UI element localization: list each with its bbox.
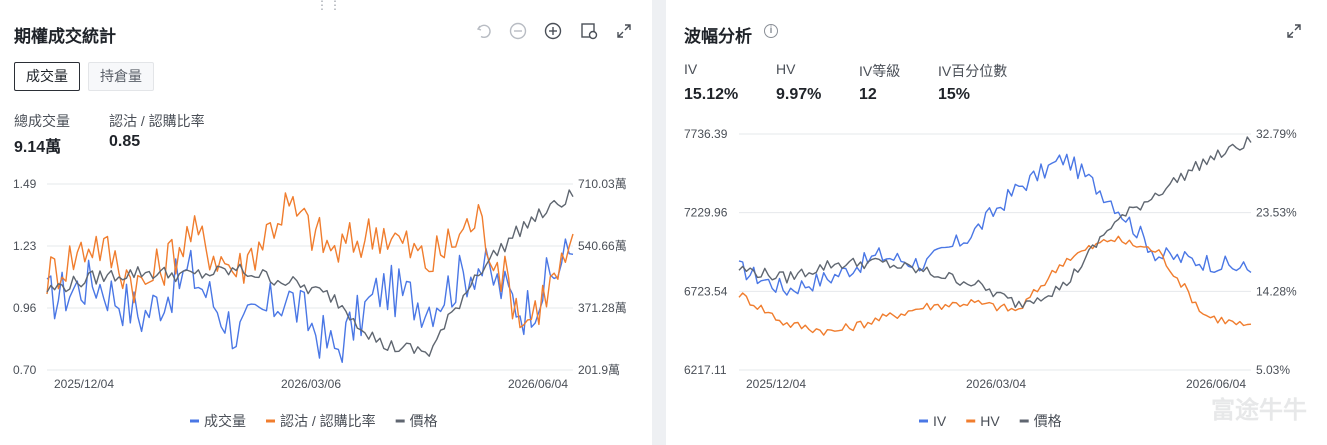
- series-line-1[interactable]: [46, 192, 574, 329]
- x-tick-label: 2026/06/04: [1186, 377, 1246, 391]
- legend-label[interactable]: IV: [933, 413, 947, 429]
- grid-lines: [47, 183, 573, 371]
- option-volume-panel: ⋮⋮ 期權成交統計 成交量 持倉量 總成交量 9.14萬 認沽 / 認購比率 0…: [0, 0, 652, 445]
- y-right-tick-label: 710.03萬: [578, 177, 627, 191]
- y-left-tick-label: 1.49: [13, 177, 37, 191]
- volume-chart[interactable]: 1.49 710.03萬 1.23 540.66萬 0.96 371.28萬 0.70 201…: [0, 0, 652, 445]
- y-right-tick-label: 201.9萬: [578, 363, 620, 377]
- series-line-0[interactable]: [46, 238, 574, 363]
- y-left-tick-label: 6217.11: [684, 363, 727, 377]
- volatility-chart[interactable]: 7736.39 32.79% 7229.96 23.53% 6723.54 14.28% 6…: [666, 0, 1327, 445]
- series-line-2[interactable]: [738, 136, 1252, 309]
- x-tick-label: 2025/12/04: [746, 377, 806, 391]
- y-left-tick-label: 0.96: [13, 301, 37, 315]
- legend-label[interactable]: 認沽 / 認購比率: [280, 413, 376, 429]
- legend-label[interactable]: 成交量: [204, 413, 246, 429]
- y-left-tick-label: 7229.96: [684, 206, 728, 220]
- y-right-tick-label: 14.28%: [1256, 284, 1297, 298]
- watermark-logo: 富途牛牛: [1211, 397, 1307, 424]
- x-tick-label: 2026/03/06: [281, 377, 341, 391]
- volatility-panel: 波幅分析 i IV 15.12% HV 9.97% IV等級 12 IV百分位數…: [666, 0, 1327, 445]
- series-line-0[interactable]: [738, 153, 1252, 296]
- legend-label[interactable]: 價格: [1034, 413, 1062, 429]
- legend-label[interactable]: HV: [980, 413, 1000, 429]
- x-tick-label: 2026/03/04: [966, 377, 1026, 391]
- x-tick-label: 2026/06/04: [508, 377, 568, 391]
- y-right-tick-label: 5.03%: [1256, 363, 1290, 377]
- y-left-tick-label: 6723.54: [684, 284, 728, 298]
- y-right-tick-label: 32.79%: [1256, 127, 1297, 141]
- y-right-tick-label: 23.53%: [1256, 206, 1297, 220]
- y-left-tick-label: 0.70: [13, 363, 37, 377]
- grid-lines: [739, 133, 1251, 371]
- y-left-tick-label: 7736.39: [684, 127, 728, 141]
- y-right-tick-label: 540.66萬: [578, 239, 627, 253]
- series-line-1[interactable]: [738, 235, 1252, 336]
- x-tick-label: 2025/12/04: [54, 377, 114, 391]
- legend-label[interactable]: 價格: [410, 413, 438, 429]
- y-right-tick-label: 371.28萬: [578, 301, 627, 315]
- y-left-tick-label: 1.23: [13, 239, 37, 253]
